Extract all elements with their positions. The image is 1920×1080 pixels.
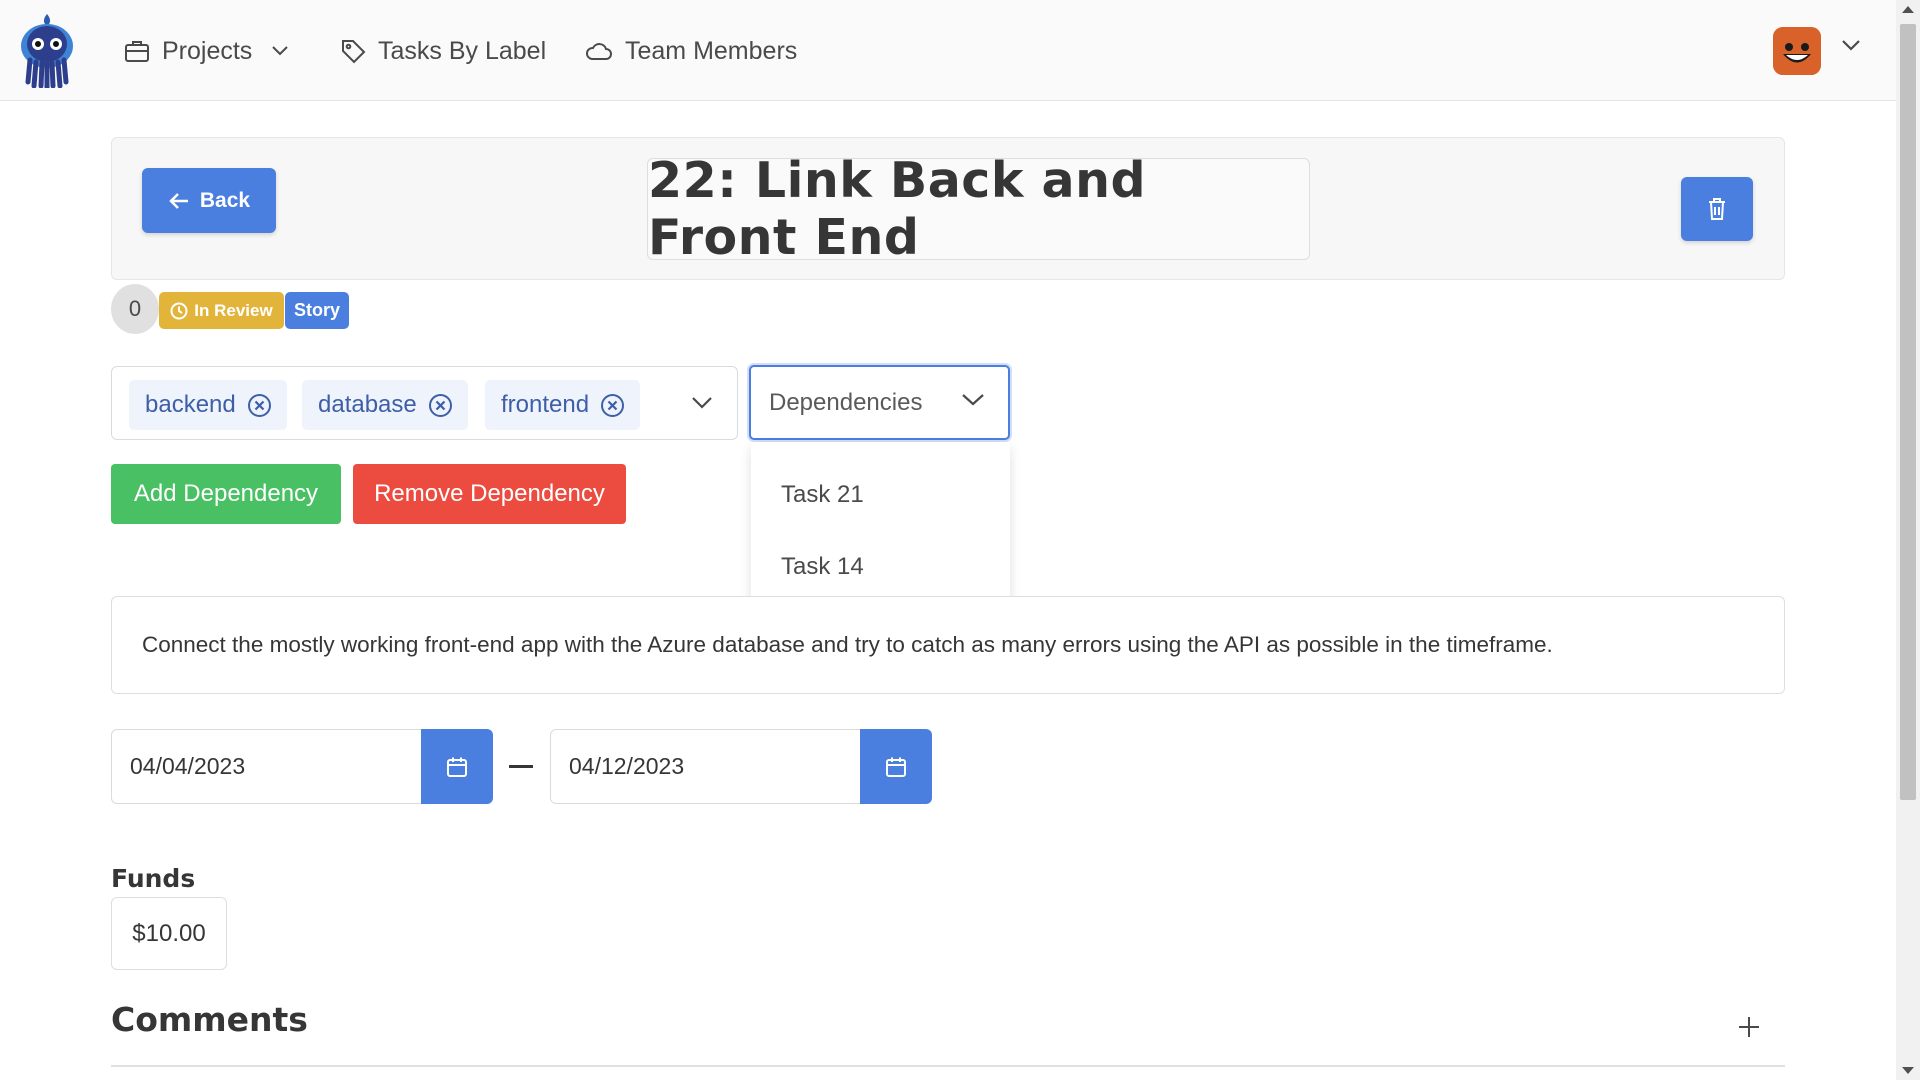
funds-label: Funds bbox=[111, 864, 196, 893]
remove-label-icon[interactable] bbox=[601, 393, 625, 417]
tag-icon bbox=[342, 40, 366, 64]
remove-dependency-button[interactable]: Remove Dependency bbox=[353, 464, 626, 524]
nav-projects-label: Projects bbox=[162, 36, 253, 65]
arrow-left-icon bbox=[169, 192, 188, 209]
status-badge[interactable]: In Review bbox=[159, 292, 284, 329]
page-scrollbar[interactable] bbox=[1896, 0, 1920, 1080]
label-chip: database bbox=[302, 380, 468, 430]
briefcase-icon bbox=[125, 41, 149, 62]
remove-label-icon[interactable] bbox=[428, 393, 452, 417]
task-title-field[interactable]: 22: Link Back and Front End bbox=[647, 152, 1310, 266]
label-chip-text: database bbox=[318, 391, 417, 418]
scrollbar-thumb[interactable] bbox=[1900, 24, 1916, 800]
date-range-separator bbox=[509, 765, 533, 768]
comments-heading: Comments bbox=[111, 1000, 308, 1039]
label-chip: frontend bbox=[485, 380, 641, 430]
clock-icon bbox=[170, 302, 188, 319]
nav-tasks-by-label-label: Tasks By Label bbox=[378, 36, 547, 65]
scroll-down-arrow-icon[interactable] bbox=[1902, 1067, 1914, 1074]
start-date-input[interactable]: 04/04/2023 bbox=[111, 729, 423, 804]
dependency-option[interactable]: Task 14 bbox=[781, 553, 864, 581]
funds-field[interactable]: $10.00 bbox=[111, 897, 227, 970]
nav-tasks-by-label[interactable]: Tasks By Label bbox=[340, 30, 546, 72]
task-type-badge[interactable]: Story bbox=[285, 292, 349, 329]
funds-value: $10.00 bbox=[132, 919, 206, 947]
dependencies-select[interactable]: Dependencies bbox=[749, 365, 1010, 440]
label-chip-text: backend bbox=[145, 391, 236, 418]
plus-icon[interactable] bbox=[1737, 1015, 1761, 1039]
task-points-count: 0 bbox=[111, 284, 159, 334]
cloud-icon bbox=[586, 43, 612, 60]
navbar: Projects Tasks By Label Team Members bbox=[0, 0, 1896, 101]
add-dependency-button[interactable]: Add Dependency bbox=[111, 464, 341, 524]
dependency-option[interactable]: Task 21 bbox=[781, 481, 864, 509]
calendar-icon bbox=[886, 757, 906, 777]
task-description[interactable]: Connect the mostly working front-end app… bbox=[111, 596, 1785, 694]
back-button-label: Back bbox=[199, 188, 251, 212]
chevron-down-icon bbox=[962, 394, 984, 406]
start-date-picker-button[interactable] bbox=[421, 729, 493, 804]
comments-divider bbox=[111, 1065, 1785, 1067]
nav-team-members-label: Team Members bbox=[625, 36, 798, 65]
end-date-picker-button[interactable] bbox=[860, 729, 932, 804]
app-logo-icon[interactable] bbox=[16, 12, 78, 91]
end-date-input[interactable]: 04/12/2023 bbox=[550, 729, 862, 804]
trash-icon bbox=[1709, 198, 1725, 220]
label-chip: backend bbox=[129, 380, 287, 430]
user-menu-chevron-icon[interactable] bbox=[1840, 38, 1862, 52]
nav-team-members[interactable]: Team Members bbox=[585, 30, 797, 72]
dependencies-placeholder: Dependencies bbox=[769, 388, 923, 416]
back-button[interactable]: Back bbox=[142, 168, 276, 233]
scroll-up-arrow-icon[interactable] bbox=[1902, 6, 1914, 13]
task-description-text: Connect the mostly working front-end app… bbox=[142, 632, 1553, 657]
label-chip-text: frontend bbox=[501, 391, 590, 418]
chevron-down-icon bbox=[272, 46, 289, 56]
delete-task-button[interactable] bbox=[1681, 177, 1753, 241]
chevron-down-icon[interactable] bbox=[690, 395, 714, 411]
remove-label-icon[interactable] bbox=[247, 393, 271, 417]
labels-multiselect[interactable]: backend database frontend bbox=[111, 366, 738, 440]
user-avatar[interactable] bbox=[1773, 27, 1821, 75]
dependencies-dropdown-menu: Task 21 Task 14 bbox=[751, 442, 1010, 619]
status-badge-label: In Review bbox=[194, 300, 273, 320]
calendar-icon bbox=[447, 757, 467, 777]
page-title: 22: Link Back and Front End bbox=[648, 152, 1147, 266]
nav-projects[interactable]: Projects bbox=[124, 30, 290, 72]
